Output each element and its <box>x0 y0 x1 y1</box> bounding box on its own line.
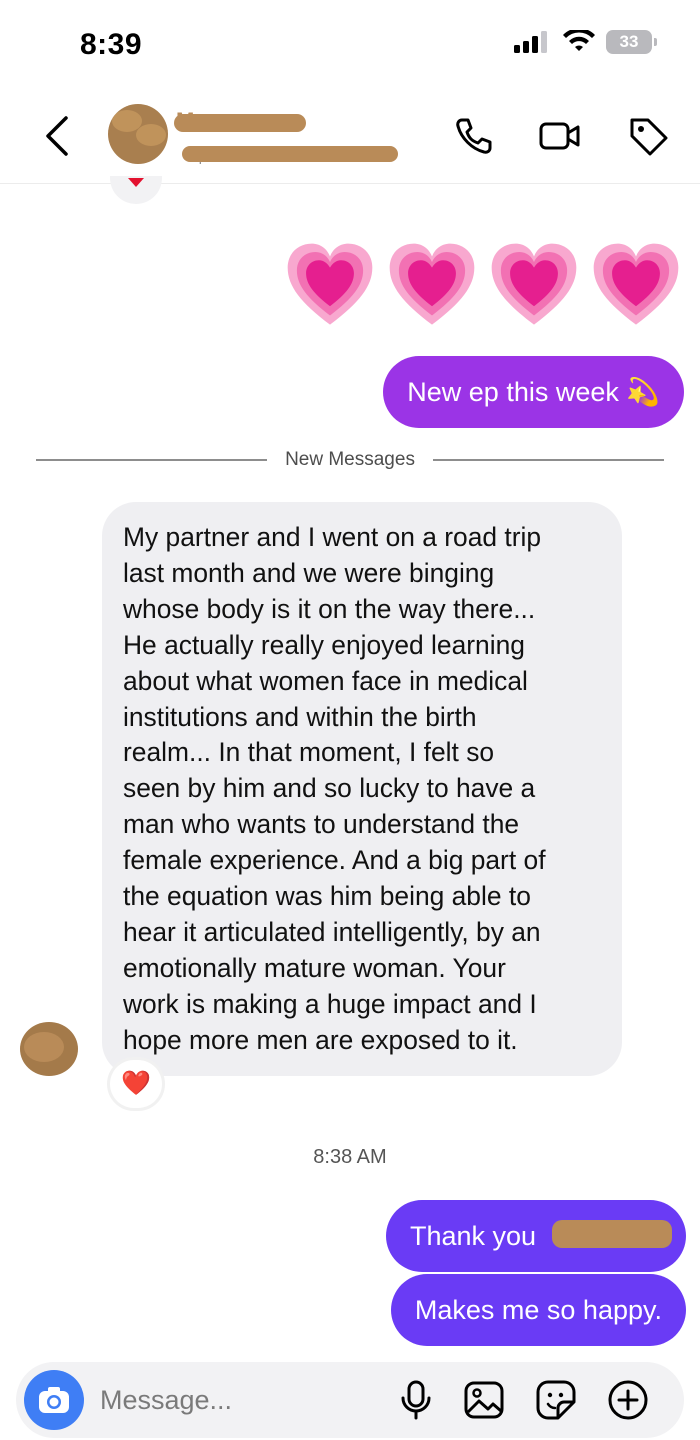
divider-line <box>432 459 665 461</box>
battery-level: 33 <box>619 32 639 51</box>
battery-indicator: 33 <box>606 30 657 54</box>
message-reaction[interactable]: ❤️ <box>110 1060 162 1108</box>
growing-heart-emoji-icon <box>287 243 373 325</box>
growing-heart-emoji-icon <box>593 243 679 325</box>
message-composer <box>16 1362 684 1438</box>
contact-avatar[interactable] <box>108 104 168 164</box>
phone-call-icon[interactable] <box>452 114 496 158</box>
add-icon[interactable] <box>606 1378 650 1422</box>
video-call-icon[interactable] <box>538 114 582 158</box>
redaction-name <box>552 1220 672 1248</box>
cellular-signal-icon <box>514 31 547 53</box>
previous-message-reaction[interactable] <box>110 176 162 204</box>
gallery-icon[interactable] <box>462 1378 506 1422</box>
new-messages-divider: New Messages <box>36 446 665 474</box>
growing-heart-emoji-icon <box>389 243 475 325</box>
red-heart-reaction: ❤️ <box>121 1070 151 1097</box>
message-text: Thank you <box>410 1221 537 1251</box>
outgoing-message[interactable]: Makes me so happy. <box>390 1274 686 1346</box>
message-timestamp: 8:38 AM <box>313 1146 387 1168</box>
redaction-name <box>174 114 306 132</box>
tag-icon[interactable] <box>626 114 670 158</box>
incoming-message[interactable]: My partner and I went on a road trip las… <box>102 502 622 1076</box>
new-messages-label: New Messages <box>285 449 415 470</box>
redaction-avatar <box>24 1032 64 1062</box>
microphone-icon[interactable] <box>394 1378 438 1422</box>
wifi-icon <box>563 30 595 51</box>
status-indicators: 33 <box>512 30 657 54</box>
outgoing-message[interactable]: New ep this week 💫 <box>383 356 684 428</box>
redaction-subtitle <box>182 146 398 162</box>
chat-header: M explore <box>0 96 700 184</box>
heart-icon <box>128 178 144 187</box>
divider-line <box>36 459 268 461</box>
camera-button[interactable] <box>24 1370 84 1430</box>
status-time: 8:39 <box>80 28 143 61</box>
back-icon[interactable] <box>40 114 76 158</box>
sticker-icon[interactable] <box>534 1378 578 1422</box>
hearts-emoji-message[interactable] <box>284 240 682 332</box>
sender-avatar[interactable] <box>20 1022 78 1076</box>
growing-heart-emoji-icon <box>491 243 577 325</box>
message-input[interactable] <box>100 1380 360 1420</box>
camera-icon <box>39 1387 69 1413</box>
